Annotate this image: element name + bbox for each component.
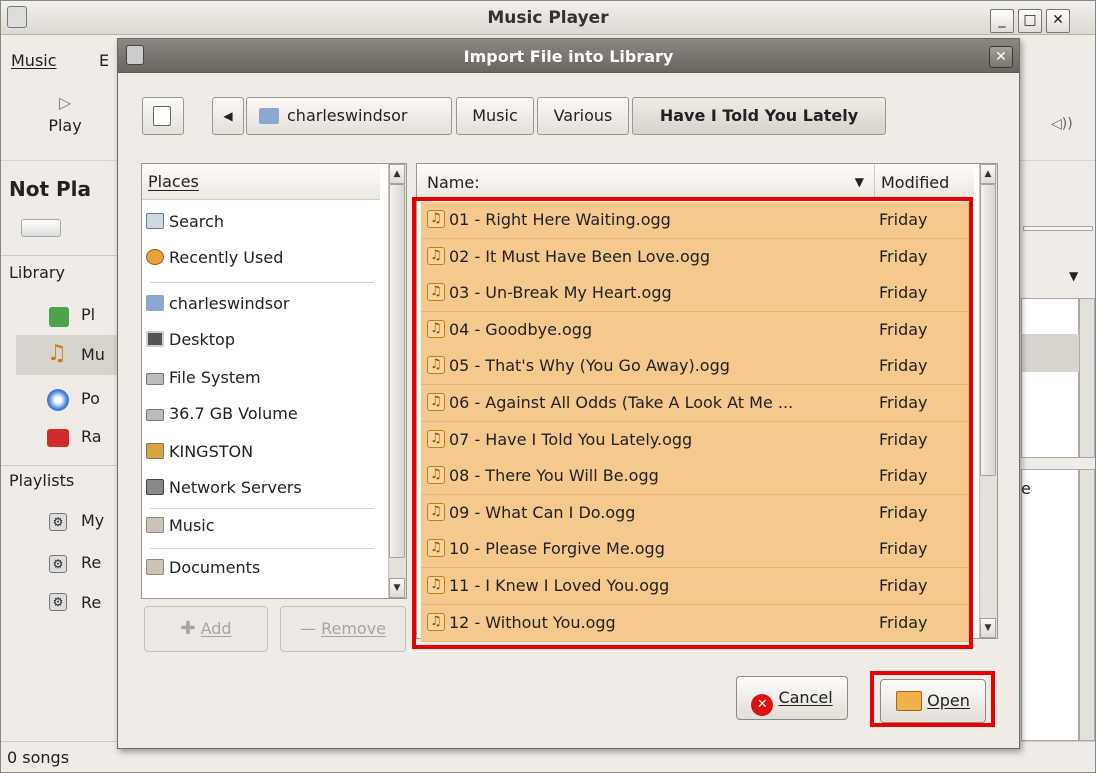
- path-button-home[interactable]: charleswindsor: [246, 97, 452, 135]
- usb-drive-icon: [146, 443, 164, 459]
- library-item-podcasts[interactable]: Po: [81, 389, 100, 408]
- file-selection-highlight: [412, 197, 973, 649]
- scroll-up-button[interactable]: ▲: [980, 164, 996, 184]
- now-playing-title: Not Pla: [9, 177, 92, 201]
- volume-icon[interactable]: ◁)): [1051, 116, 1073, 132]
- add-icon: ✚: [180, 618, 196, 639]
- scroll-down-button[interactable]: ▼: [980, 618, 996, 638]
- cancel-button[interactable]: ✕ Cancel: [736, 676, 848, 720]
- dropdown-arrow-icon[interactable]: ▼: [1069, 269, 1078, 283]
- library-header: Library: [9, 263, 65, 282]
- gear-icon: ⚙: [49, 593, 67, 611]
- library-item-play-queue[interactable]: Pl: [81, 305, 95, 324]
- path-back-button[interactable]: ◀: [212, 97, 244, 135]
- library-selected-row: [16, 335, 126, 375]
- playlists-divider: [1, 465, 119, 466]
- home-folder-icon: [146, 295, 164, 311]
- places-separator: [150, 282, 374, 283]
- playlist-icon: [49, 307, 69, 327]
- library-item-radio[interactable]: Ra: [81, 427, 102, 446]
- place-documents[interactable]: Documents: [146, 550, 260, 586]
- place-search[interactable]: Search: [146, 204, 224, 240]
- gear-icon: ⚙: [49, 513, 67, 531]
- seek-slider[interactable]: [21, 219, 61, 237]
- playlist-item-1[interactable]: My: [81, 511, 104, 530]
- right-lower-scrollbar[interactable]: [1079, 469, 1095, 741]
- radio-icon: [47, 429, 69, 447]
- folder-icon: [146, 559, 164, 575]
- places-scroll-thumb[interactable]: [389, 184, 405, 558]
- library-item-music[interactable]: Mu: [81, 345, 105, 364]
- path-button-current[interactable]: Have I Told You Lately: [632, 97, 886, 135]
- place-volume[interactable]: 36.7 GB Volume: [146, 396, 298, 432]
- places-header[interactable]: Places: [142, 164, 380, 200]
- minimize-button[interactable]: _: [990, 9, 1014, 33]
- podcast-icon: [47, 389, 69, 411]
- places-pane: Places Search Recently Used charleswinds…: [141, 163, 407, 599]
- search-icon: [146, 213, 164, 229]
- files-scroll-thumb[interactable]: [980, 184, 996, 476]
- play-label: Play: [48, 116, 82, 135]
- status-text: 0 songs: [7, 748, 70, 767]
- playlists-header: Playlists: [9, 471, 75, 490]
- network-icon: [146, 479, 164, 495]
- places-separator: [150, 548, 374, 549]
- library-divider: [1, 255, 119, 256]
- name-column-header[interactable]: Name: ▼: [417, 164, 874, 200]
- music-icon: ♫: [47, 341, 67, 366]
- place-desktop[interactable]: Desktop: [146, 322, 235, 358]
- dialog-title: Import File into Library: [463, 47, 674, 66]
- places-header-label: Places: [148, 172, 199, 191]
- right-scrollbar[interactable]: [1079, 298, 1095, 458]
- menu-edit[interactable]: E: [99, 51, 109, 70]
- place-network-servers[interactable]: Network Servers: [146, 470, 302, 506]
- playlist-item-3[interactable]: Re: [81, 593, 101, 612]
- folder-open-icon: [896, 691, 923, 711]
- remove-button[interactable]: — Remove: [280, 606, 406, 652]
- playlist-item-2[interactable]: Re: [81, 553, 101, 572]
- edit-location-button[interactable]: [142, 97, 184, 135]
- place-music[interactable]: Music: [146, 508, 215, 544]
- main-window-title: Music Player: [487, 8, 609, 28]
- close-button[interactable]: ✕: [1046, 9, 1070, 33]
- folder-icon: [146, 517, 164, 533]
- open-button[interactable]: Open: [880, 679, 986, 723]
- modified-column-header[interactable]: Modified: [874, 164, 974, 200]
- place-file-system[interactable]: File System: [146, 360, 261, 396]
- place-kingston[interactable]: KINGSTON: [146, 434, 253, 470]
- scroll-down-button[interactable]: ▼: [389, 578, 405, 598]
- play-icon: ▷: [58, 93, 72, 112]
- dialog-titlebar[interactable]: Import File into Library ✕: [118, 39, 1019, 73]
- main-titlebar[interactable]: Music Player _ □ ✕: [1, 1, 1095, 35]
- right-list-pane: [1021, 298, 1079, 458]
- gear-icon: ⚙: [49, 555, 67, 573]
- path-label-home: charleswindsor: [287, 106, 408, 125]
- import-dialog: Import File into Library ✕ ◀ charleswind…: [117, 38, 1020, 749]
- desktop-icon: [146, 331, 164, 347]
- path-button-music[interactable]: Music: [456, 97, 534, 135]
- home-folder-icon: [259, 108, 279, 124]
- menu-music[interactable]: Music: [11, 51, 57, 70]
- dialog-close-button[interactable]: ✕: [989, 46, 1013, 68]
- place-recently-used[interactable]: Recently Used: [146, 240, 283, 276]
- place-home[interactable]: charleswindsor: [146, 286, 289, 322]
- clock-icon: [146, 249, 164, 265]
- remove-icon: —: [299, 619, 316, 638]
- drive-icon: [146, 409, 164, 421]
- maximize-button[interactable]: □: [1018, 9, 1042, 33]
- play-button[interactable]: ▷ Play: [39, 93, 91, 153]
- edit-icon: [153, 106, 171, 126]
- cancel-icon: ✕: [751, 694, 774, 716]
- sort-arrow-icon: ▼: [854, 175, 864, 189]
- add-button[interactable]: ✚ Add: [144, 606, 268, 652]
- drive-icon: [146, 373, 164, 385]
- right-lower-pane: [1021, 469, 1079, 741]
- right-list-selected: [1022, 334, 1079, 372]
- seek-track-right: [1023, 226, 1093, 231]
- right-partial-text: e: [1021, 479, 1031, 498]
- path-button-various[interactable]: Various: [537, 97, 629, 135]
- scroll-up-button[interactable]: ▲: [389, 164, 405, 184]
